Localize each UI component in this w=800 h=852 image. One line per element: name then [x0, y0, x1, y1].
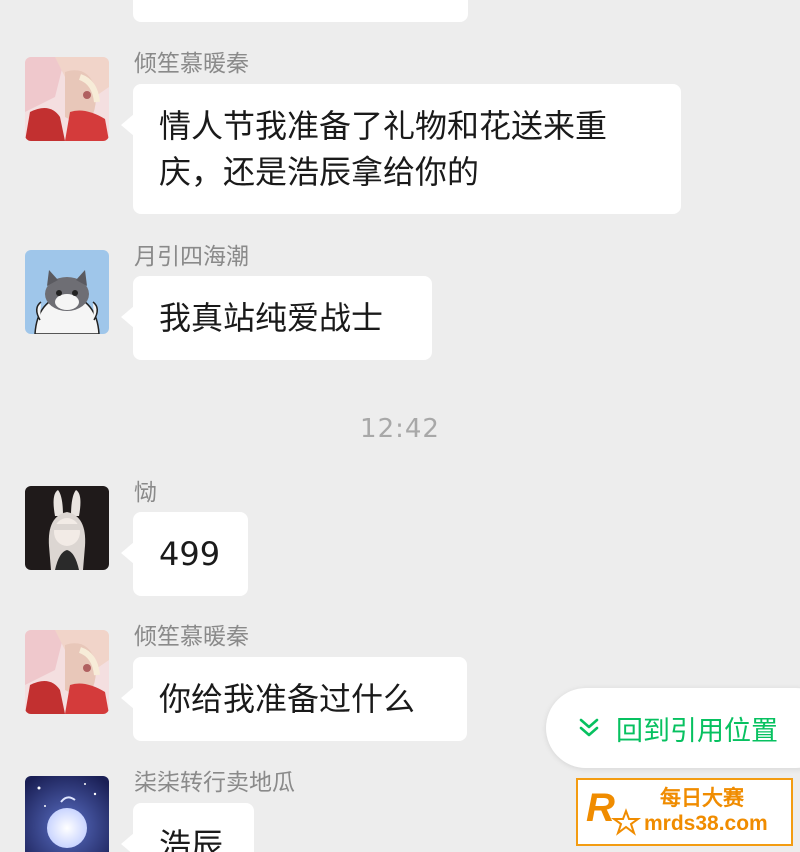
cat-avatar: [25, 250, 109, 334]
sender-name: 恸: [134, 480, 157, 506]
sender-name: 倾笙慕暖秦: [134, 51, 249, 77]
message-bubble[interactable]: 499: [121, 512, 248, 596]
watermark-title: 每日大赛: [660, 787, 744, 810]
bunny-girl-dark-avatar: [25, 486, 109, 570]
jump-to-quote-label: 回到引用位置: [616, 715, 778, 747]
sender-name: 月引四海潮: [134, 244, 249, 270]
sender-name: 倾笙慕暖秦: [134, 624, 249, 650]
message-text: 你给我准备过什么: [159, 680, 416, 718]
message-text: 499: [159, 535, 221, 573]
sender-name: 柒柒转行卖地瓜: [134, 770, 295, 796]
svg-text:R: R: [586, 786, 615, 830]
avatar[interactable]: [25, 250, 109, 334]
watermark: R 每日大赛 mrds38.com: [576, 778, 793, 846]
timestamp: 12:42: [360, 414, 440, 444]
avatar[interactable]: [25, 776, 109, 852]
anime-girl-red-avatar: [25, 630, 109, 714]
chat-screen: 倾笙慕暖秦 情人节我准备了礼物和花送来重 庆，还是浩辰拿给你的 月引四海潮 我真…: [0, 0, 800, 852]
anime-girl-red-avatar: [25, 57, 109, 141]
message-text: 我真站纯爱战士: [159, 299, 384, 337]
message-bubble[interactable]: 我真站纯爱战士: [121, 276, 432, 360]
avatar[interactable]: [25, 486, 109, 570]
avatar[interactable]: [25, 57, 109, 141]
message-text: 情人节我准备了礼物和花送来重 庆，还是浩辰拿给你的: [159, 107, 608, 191]
moon-night-avatar: [25, 776, 109, 852]
message-bubble[interactable]: 情人节我准备了礼物和花送来重 庆，还是浩辰拿给你的: [121, 84, 681, 214]
message-bubble[interactable]: 浩辰: [121, 803, 254, 852]
watermark-url: mrds38.com: [644, 812, 768, 835]
r-star-logo-icon: R: [586, 786, 642, 836]
jump-to-quote-button[interactable]: 回到引用位置: [546, 688, 800, 768]
message-bubble[interactable]: 你给我准备过什么: [121, 657, 467, 741]
message-bubble-partial[interactable]: [133, 0, 468, 22]
message-text: 浩辰: [159, 826, 224, 852]
double-chevron-down-icon: [579, 718, 599, 737]
avatar[interactable]: [25, 630, 109, 714]
